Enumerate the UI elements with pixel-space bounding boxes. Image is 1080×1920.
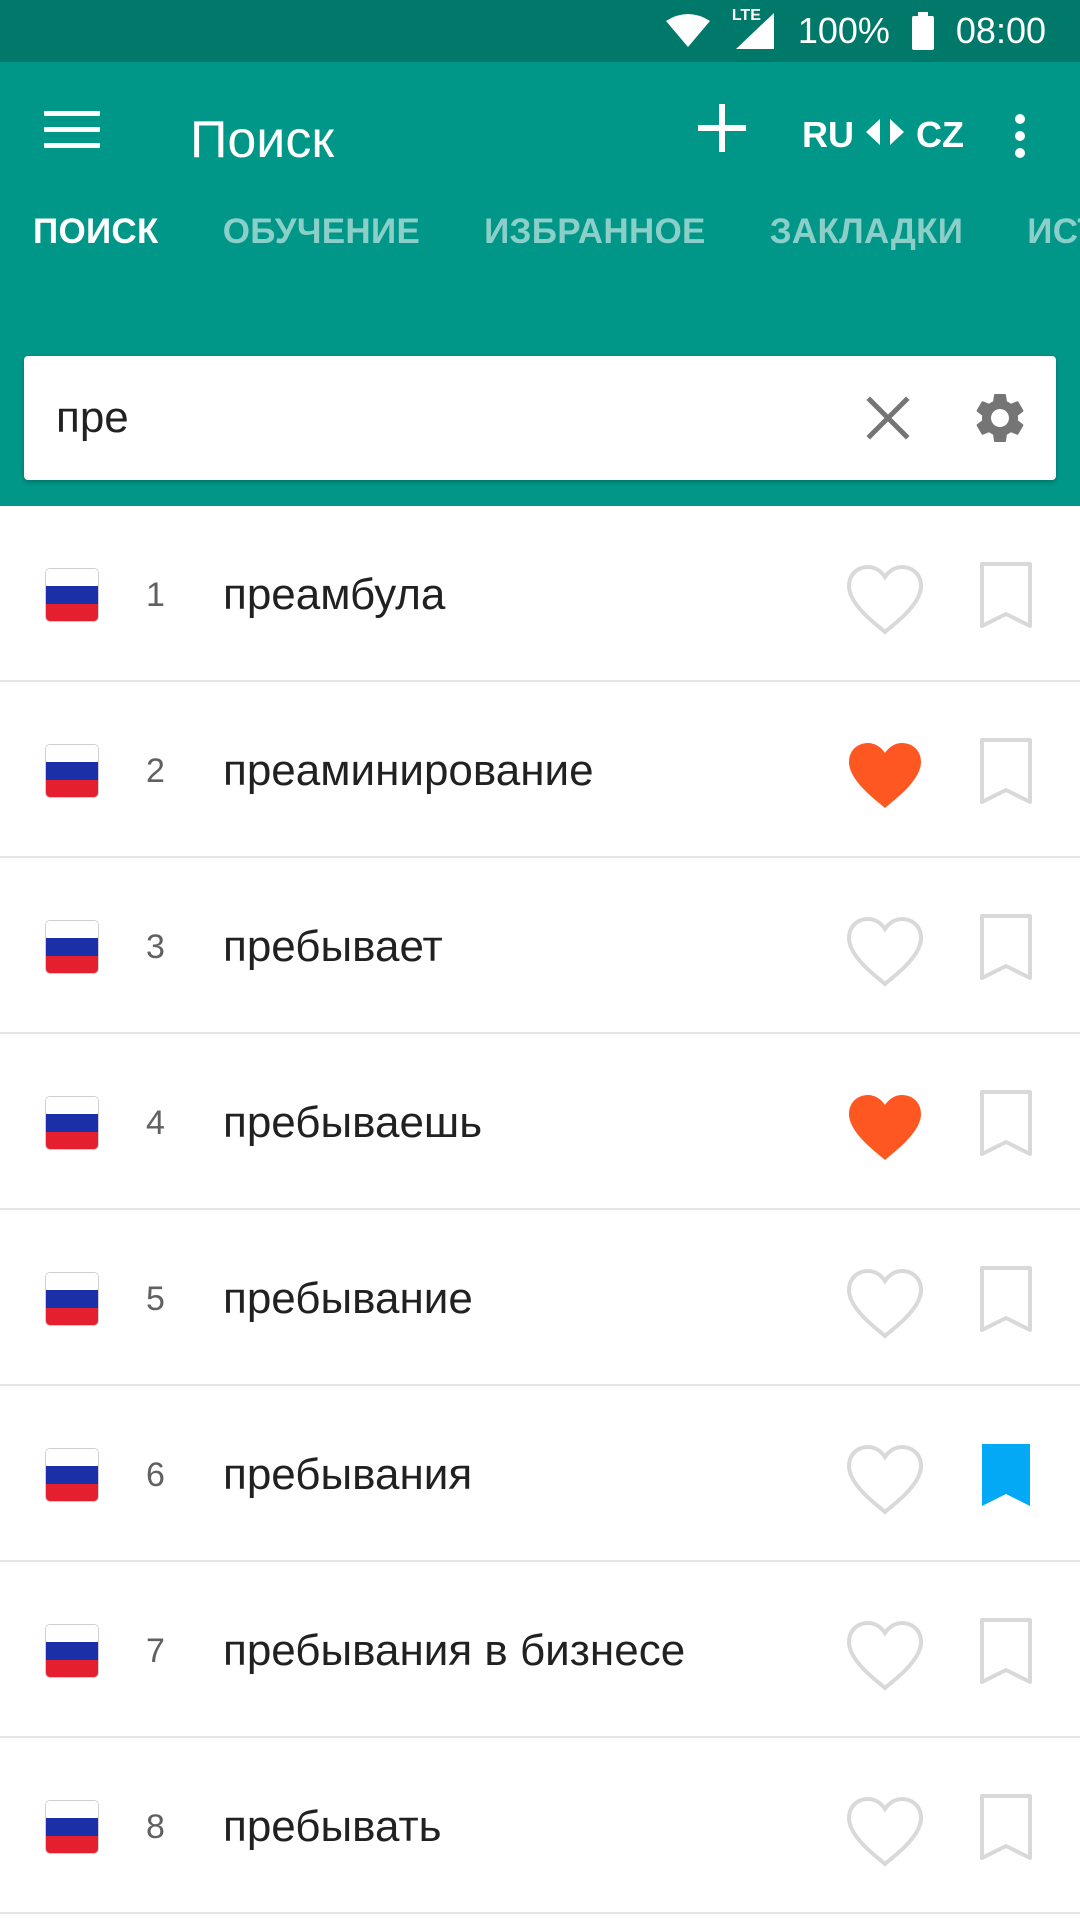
heart-icon[interactable] [845, 564, 925, 636]
item-number: 1 [146, 576, 165, 614]
item-number: 3 [146, 928, 165, 966]
list-item[interactable]: 6 пребывания [0, 1386, 1080, 1562]
page-title: Поиск [190, 111, 335, 169]
heart-icon[interactable] [845, 1092, 925, 1164]
bookmark-icon[interactable] [978, 736, 1034, 808]
tab-learning[interactable]: ОБУЧЕНИЕ [223, 212, 420, 252]
item-number: 2 [146, 752, 165, 790]
item-word: пребывания в бизнесе [223, 1626, 686, 1675]
russian-flag-icon [45, 1448, 99, 1502]
app-bar: Поиск RU CZ ПОИСК ОБУЧЕНИЕ ИЗБРАННОЕ ЗАК… [0, 62, 1080, 276]
tab-history[interactable]: ИСТ [1027, 212, 1080, 252]
item-number: 6 [146, 1456, 165, 1494]
tab-bar: ПОИСК ОБУЧЕНИЕ ИЗБРАННОЕ ЗАКЛАДКИ ИСТ [0, 212, 1080, 276]
heart-icon[interactable] [845, 1796, 925, 1868]
list-item[interactable]: 5 пребывание [0, 1210, 1080, 1386]
item-word: пребывания [223, 1450, 473, 1499]
item-number: 8 [146, 1808, 165, 1846]
list-item[interactable]: 2 преаминирование [0, 682, 1080, 858]
item-number: 5 [146, 1280, 165, 1318]
russian-flag-icon [45, 1096, 99, 1150]
russian-flag-icon [45, 568, 99, 622]
bookmark-icon[interactable] [978, 1616, 1034, 1688]
russian-flag-icon [45, 920, 99, 974]
list-item[interactable]: 7 пребывания в бизнесе [0, 1562, 1080, 1738]
russian-flag-icon [45, 1624, 99, 1678]
search-input[interactable] [56, 384, 836, 452]
list-item[interactable]: 4 пребываешь [0, 1034, 1080, 1210]
tab-favorites[interactable]: ИЗБРАННОЕ [484, 212, 706, 252]
battery-percent: 100% [797, 10, 890, 51]
tab-bookmarks[interactable]: ЗАКЛАДКИ [770, 212, 964, 252]
lang-to-label: CZ [916, 114, 964, 155]
language-switch-button[interactable]: RU CZ [802, 110, 964, 160]
list-item[interactable]: 8 пребывать [0, 1738, 1080, 1914]
menu-icon[interactable] [44, 111, 100, 153]
heart-icon[interactable] [845, 1444, 925, 1516]
bookmark-icon[interactable] [978, 1792, 1034, 1864]
item-word: преаминирование [223, 746, 594, 795]
russian-flag-icon [45, 1800, 99, 1854]
item-word: преамбула [223, 570, 446, 619]
item-word: пребывать [223, 1802, 442, 1851]
battery-icon [911, 12, 934, 50]
lang-from-label: RU [802, 114, 854, 155]
status-bar: LTE 100% 08:00 [0, 0, 1080, 62]
heart-icon[interactable] [845, 1268, 925, 1340]
heart-icon[interactable] [845, 740, 925, 812]
item-word: пребывание [223, 1274, 473, 1323]
wifi-icon [665, 13, 710, 49]
clock: 08:00 [955, 10, 1046, 51]
bookmark-icon[interactable] [978, 560, 1034, 632]
network-type-label: LTE [731, 7, 761, 24]
item-word: пребывает [223, 922, 443, 971]
results-list: 1 преамбула 2 преаминирование 3 пребывае… [0, 506, 1080, 1914]
item-number: 7 [146, 1632, 165, 1670]
swap-icon [866, 114, 904, 156]
search-box [24, 356, 1056, 480]
cell-signal-icon: LTE [732, 7, 776, 51]
toolbar: Поиск RU CZ [0, 62, 1080, 212]
bookmark-icon[interactable] [978, 912, 1034, 984]
heart-icon[interactable] [845, 916, 925, 988]
list-item[interactable]: 1 преамбула [0, 506, 1080, 682]
heart-icon[interactable] [845, 1620, 925, 1692]
tab-search[interactable]: ПОИСК [33, 212, 159, 252]
search-area [0, 276, 1080, 506]
russian-flag-icon [45, 744, 99, 798]
bookmark-icon[interactable] [978, 1440, 1034, 1512]
more-vert-icon[interactable] [1012, 114, 1028, 160]
item-number: 4 [146, 1104, 165, 1142]
list-item[interactable]: 3 пребывает [0, 858, 1080, 1034]
russian-flag-icon [45, 1272, 99, 1326]
bookmark-icon[interactable] [978, 1264, 1034, 1336]
plus-icon[interactable] [698, 104, 746, 152]
item-word: пребываешь [223, 1098, 483, 1147]
clear-icon[interactable] [862, 392, 914, 444]
bookmark-icon[interactable] [978, 1088, 1034, 1160]
gear-icon[interactable] [970, 388, 1030, 448]
